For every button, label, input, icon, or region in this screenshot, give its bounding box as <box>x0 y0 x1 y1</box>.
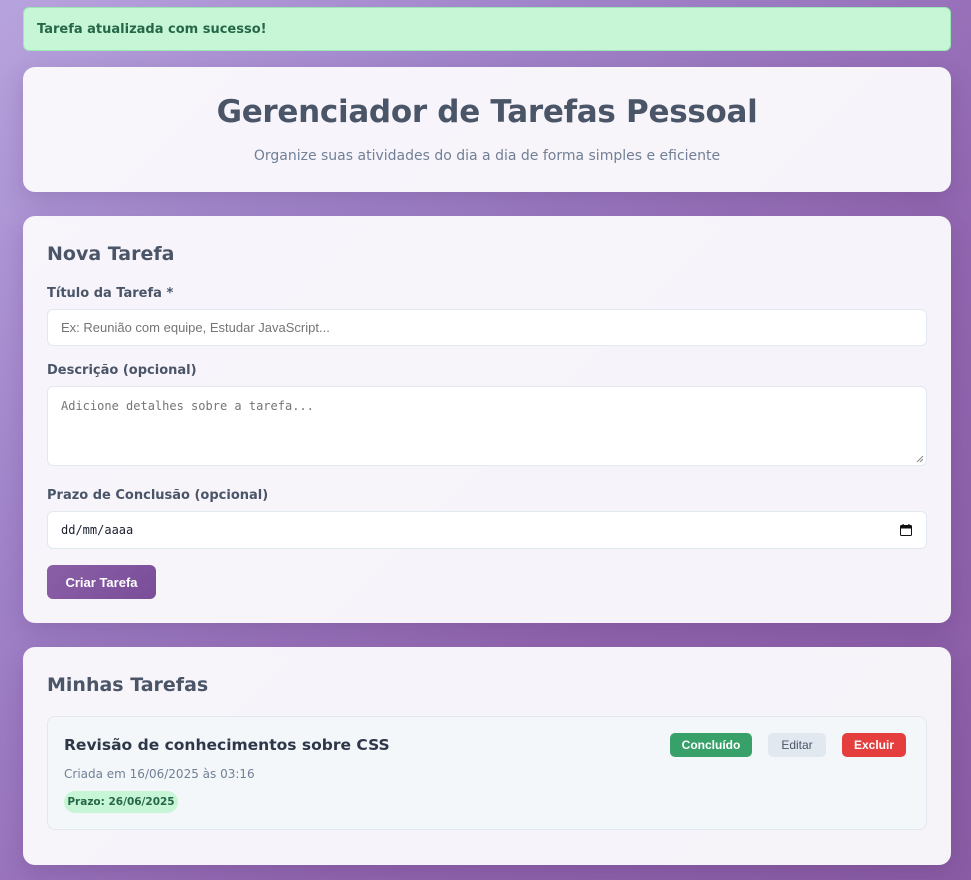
create-task-button[interactable]: Criar Tarefa <box>47 565 156 599</box>
task-item: Revisão de conhecimentos sobre CSS Criad… <box>47 716 927 830</box>
task-deadline-value: dd/mm/aaaa <box>61 523 134 537</box>
resize-grip-icon[interactable] <box>916 455 924 463</box>
delete-task-button[interactable]: Excluir <box>842 733 906 757</box>
new-task-form: Nova Tarefa Título da Tarefa * Ex: Reuni… <box>23 216 951 623</box>
page-subtitle: Organize suas atividades do dia a dia de… <box>253 148 721 164</box>
task-deadline-label: Prazo de Conclusão (opcional) <box>47 488 269 503</box>
edit-task-button[interactable]: Editar <box>768 733 826 757</box>
task-list-heading: Minhas Tarefas <box>47 674 209 696</box>
task-list-card: Minhas Tarefas Revisão de conhecimentos … <box>23 647 951 865</box>
task-title-input[interactable]: Ex: Reunião com equipe, Estudar JavaScri… <box>47 309 927 346</box>
task-item-title: Revisão de conhecimentos sobre CSS <box>64 736 390 754</box>
header-card: Gerenciador de Tarefas Pessoal Organize … <box>23 67 951 192</box>
task-description-label: Descrição (opcional) <box>47 363 197 378</box>
complete-task-button[interactable]: Concluído <box>670 733 752 757</box>
success-alert: Tarefa atualizada com sucesso! <box>23 7 951 51</box>
task-deadline-input[interactable]: dd/mm/aaaa <box>47 511 927 549</box>
task-title-label: Título da Tarefa * <box>47 286 174 301</box>
task-description-placeholder: Adicione detalhes sobre a tarefa... <box>61 399 314 413</box>
success-alert-message: Tarefa atualizada com sucesso! <box>37 21 267 37</box>
task-title-placeholder: Ex: Reunião com equipe, Estudar JavaScri… <box>61 320 330 335</box>
new-task-heading: Nova Tarefa <box>47 243 175 265</box>
page-title: Gerenciador de Tarefas Pessoal <box>216 94 758 130</box>
calendar-icon[interactable] <box>900 524 912 536</box>
task-description-input[interactable]: Adicione detalhes sobre a tarefa... <box>47 386 927 466</box>
deadline-badge: Prazo: 26/06/2025 <box>64 791 178 813</box>
task-item-created: Criada em 16/06/2025 às 03:16 <box>64 767 255 781</box>
